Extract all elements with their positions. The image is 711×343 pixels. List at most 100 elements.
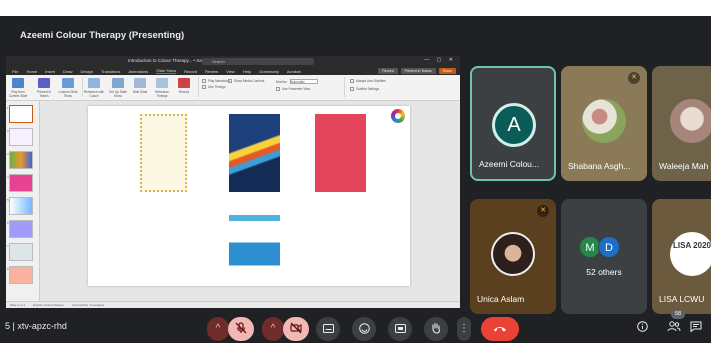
book-cover-2 bbox=[229, 114, 280, 192]
emoji-icon bbox=[358, 323, 370, 334]
avatar: D bbox=[598, 236, 620, 258]
tab-slide-show[interactable]: Slide Show bbox=[156, 68, 177, 74]
ribbon-label-setup: Set Up Slide Show bbox=[109, 90, 127, 98]
tab-insert[interactable]: Insert bbox=[45, 69, 55, 74]
tab-grammarly[interactable]: Grammarly bbox=[259, 69, 279, 74]
slide-thumbnail[interactable]: 8 bbox=[7, 266, 33, 284]
mic-off-button[interactable] bbox=[228, 317, 254, 341]
present-in-teams-button[interactable]: Present in Teams bbox=[400, 68, 436, 74]
participant-tile[interactable]: LISA 2020 LISA LCWU bbox=[652, 199, 711, 314]
ribbon-label-timings: Rehearse Timings bbox=[155, 90, 169, 98]
others-tile[interactable]: M D 52 others bbox=[561, 199, 647, 314]
status-accessibility[interactable]: Accessibility: Investigate bbox=[72, 303, 105, 307]
play-from-current-icon[interactable] bbox=[12, 78, 24, 88]
search-input[interactable]: Search bbox=[202, 58, 314, 65]
tab-draw[interactable]: Draw bbox=[63, 69, 72, 74]
participant-name: Waleeja Mah bbox=[659, 161, 709, 171]
rehearse-coach-icon[interactable] bbox=[88, 78, 100, 88]
slide-thumbnail[interactable]: 2 bbox=[7, 128, 33, 146]
avatar bbox=[491, 232, 535, 276]
tab-acrobat[interactable]: Acrobat bbox=[287, 69, 301, 74]
raise-hand-button[interactable] bbox=[424, 317, 448, 341]
tab-home[interactable]: Home bbox=[26, 69, 37, 74]
tab-help[interactable]: Help bbox=[243, 69, 251, 74]
book-cover-3 bbox=[315, 114, 366, 192]
option-use-timings[interactable]: Use Timings bbox=[202, 85, 226, 89]
camera-off-button[interactable] bbox=[283, 317, 309, 341]
participant-name: Unica Aslam bbox=[477, 294, 525, 304]
slide-thumbnail[interactable]: 3 bbox=[7, 151, 33, 169]
ribbon-label-custom: Custom Slide Show bbox=[58, 90, 78, 98]
participant-name: Shabana Asgh... bbox=[568, 161, 631, 171]
rainbow-logo-icon bbox=[391, 109, 405, 123]
ribbon-label-coach: Rehearse with Coach bbox=[83, 90, 105, 98]
monitor-select[interactable]: Monitor: Automatic bbox=[276, 79, 318, 84]
leave-call-button[interactable] bbox=[481, 317, 519, 341]
tab-view[interactable]: View bbox=[226, 69, 235, 74]
slide-thumbnail[interactable]: 7 bbox=[7, 243, 33, 261]
participant-tile[interactable]: Waleeja Mah bbox=[652, 66, 711, 181]
participant-tile[interactable]: ✕ Unica Aslam bbox=[470, 199, 556, 314]
avatar bbox=[582, 99, 626, 143]
option-show-media-controls[interactable]: Show Media Controls bbox=[228, 79, 264, 83]
present-in-teams-icon[interactable] bbox=[38, 78, 50, 88]
window-controls-icon[interactable]: — ▢ ✕ bbox=[424, 57, 456, 63]
tab-review[interactable]: Review bbox=[205, 69, 218, 74]
share-button[interactable]: Share bbox=[438, 68, 456, 74]
muted-mic-icon: ✕ bbox=[537, 205, 549, 217]
option-always-subtitles[interactable]: Always Use Subtitles bbox=[350, 79, 386, 83]
avatar-logo: LISA 2020 bbox=[670, 232, 711, 276]
hide-slide-icon[interactable] bbox=[134, 78, 146, 88]
ribbon-label-hide: Hide Slide bbox=[132, 90, 148, 94]
subtitle-settings-button[interactable]: Subtitle Settings bbox=[350, 87, 379, 91]
participant-tile[interactable]: ✕ Shabana Asgh... bbox=[561, 66, 647, 181]
video-options-chevron-icon[interactable]: ^ bbox=[262, 317, 284, 341]
mic-off-icon bbox=[235, 322, 247, 334]
current-slide[interactable] bbox=[88, 106, 410, 286]
custom-show-icon[interactable] bbox=[62, 78, 74, 88]
people-icon[interactable] bbox=[667, 321, 681, 335]
ribbon-label-teams: Present in Teams bbox=[36, 90, 52, 98]
more-options-icon[interactable]: ⋮ bbox=[457, 317, 471, 341]
captions-button[interactable] bbox=[316, 317, 340, 341]
book-cover-1 bbox=[140, 114, 187, 192]
tab-animations[interactable]: Animations bbox=[128, 69, 148, 74]
status-language: English (United States) bbox=[33, 303, 64, 307]
meeting-info-icon[interactable] bbox=[637, 321, 648, 335]
meet-window: Azeemi Colour Therapy (Presenting) Intro… bbox=[0, 16, 711, 343]
participant-tile-active[interactable]: A Azeemi Colou... bbox=[470, 66, 556, 181]
slide-thumbnail[interactable]: 6 bbox=[7, 220, 33, 238]
meeting-code-prefix: 5 | bbox=[5, 321, 15, 331]
participant-name: Azeemi Colou... bbox=[479, 159, 539, 169]
tab-record[interactable]: Record bbox=[184, 69, 197, 74]
audio-options-chevron-icon[interactable]: ^ bbox=[207, 317, 229, 341]
slide-thumbnail[interactable]: 4 bbox=[7, 174, 33, 192]
app-titlebar: Introduction to Colour Therapy... • Save… bbox=[6, 56, 460, 67]
tab-transitions[interactable]: Transitions bbox=[101, 69, 120, 74]
ribbon-separator bbox=[198, 77, 199, 97]
ribbon: Play from Current Slide Present in Teams… bbox=[6, 75, 460, 101]
slide-thumbnail[interactable]: 5 bbox=[7, 197, 33, 215]
emoji-button[interactable] bbox=[352, 317, 376, 341]
status-bar: Slide 1 of 1 English (United States) Acc… bbox=[6, 301, 460, 308]
chat-icon[interactable] bbox=[690, 321, 702, 335]
rehearse-timings-icon[interactable] bbox=[156, 78, 168, 88]
option-presenter-view[interactable]: Use Presenter View bbox=[276, 87, 310, 91]
editing-area: 1 2 3 4 5 6 7 8 bbox=[6, 101, 460, 301]
slide-thumbnail[interactable]: 1 bbox=[7, 105, 33, 123]
tab-design[interactable]: Design bbox=[80, 69, 92, 74]
presentation-title: Azeemi Colour Therapy (Presenting) bbox=[20, 30, 185, 41]
record-button[interactable]: Record bbox=[378, 68, 398, 74]
slide-thumbnails[interactable]: 1 2 3 4 5 6 7 8 bbox=[6, 101, 40, 301]
present-screen-icon bbox=[394, 323, 406, 333]
shared-screen: Introduction to Colour Therapy... • Save… bbox=[6, 56, 460, 308]
meeting-code-value: xtv-apzc-rhd bbox=[17, 321, 67, 331]
captions-icon bbox=[322, 323, 334, 333]
record-icon[interactable] bbox=[178, 78, 190, 88]
option-play-narrations[interactable]: Play Narrations bbox=[202, 79, 230, 83]
avatar: A bbox=[492, 103, 536, 147]
book-cover-4 bbox=[229, 206, 280, 282]
tab-file[interactable]: File bbox=[12, 69, 18, 74]
present-now-button[interactable] bbox=[388, 317, 412, 341]
setup-show-icon[interactable] bbox=[112, 78, 124, 88]
